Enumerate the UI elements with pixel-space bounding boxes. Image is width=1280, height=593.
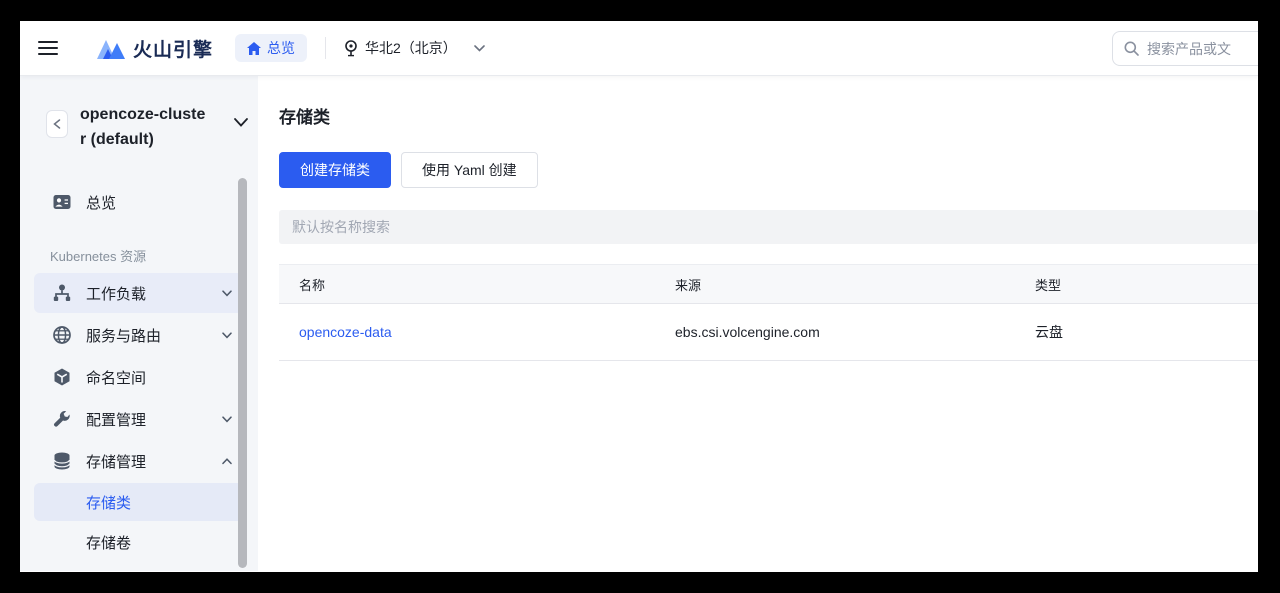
chevron-down-icon [474, 45, 485, 52]
location-pin-icon [344, 40, 358, 57]
volcengine-logo[interactable]: 火山引擎 [96, 35, 213, 62]
volcengine-mountain-icon [96, 36, 126, 60]
action-buttons: 创建存储类 使用 Yaml 创建 [279, 152, 1258, 188]
table-row-cell-source: ebs.csi.volcengine.com [655, 304, 1015, 361]
console-window: 火山引擎 总览 华北2（北京） [20, 21, 1258, 572]
storage-class-table: 名称 来源 类型 opencoze-data ebs.csi.volcengin… [279, 264, 1258, 361]
table-row-cell-name: opencoze-data [279, 304, 655, 361]
header-divider [325, 37, 326, 59]
sidebar-item-label: 工作负载 [86, 283, 146, 304]
column-header-type[interactable]: 类型 [1015, 264, 1258, 304]
sidebar-item-label: 配置管理 [86, 409, 146, 430]
column-header-name[interactable]: 名称 [279, 264, 655, 304]
namespace-icon [52, 367, 72, 387]
overview-badge-label: 总览 [267, 38, 295, 58]
brand-name: 火山引擎 [133, 35, 213, 62]
cluster-name[interactable]: opencoze-cluster (default) [80, 102, 210, 152]
top-header: 火山引擎 总览 华北2（北京） [20, 21, 1258, 76]
global-search-input[interactable] [1147, 41, 1258, 57]
overview-badge[interactable]: 总览 [235, 34, 307, 62]
sidebar-item-label: 服务与路由 [86, 325, 161, 346]
sidebar-item-config[interactable]: 配置管理 [34, 399, 244, 439]
sidebar-subitem-label: 存储卷 [86, 532, 131, 553]
home-icon [247, 42, 261, 55]
sidebar-scrollbar[interactable] [238, 178, 247, 568]
cluster-header: opencoze-cluster (default) [20, 76, 258, 152]
sidebar-item-workloads[interactable]: 工作负载 [34, 273, 244, 313]
sidebar-subitem-label: 存储类 [86, 492, 131, 513]
column-header-source[interactable]: 来源 [655, 264, 1015, 304]
sidebar-item-overview[interactable]: 总览 [34, 182, 244, 222]
workload-icon [52, 283, 72, 303]
cluster-switch-chevron-down-icon[interactable] [234, 118, 248, 127]
create-storage-class-button[interactable]: 创建存储类 [279, 152, 391, 188]
global-search-box[interactable] [1112, 31, 1258, 66]
region-selector[interactable]: 华北2（北京） [344, 38, 485, 58]
hamburger-menu-icon[interactable] [30, 30, 66, 66]
region-label: 华北2（北京） [365, 38, 457, 58]
globe-icon [52, 325, 72, 345]
id-card-icon [52, 192, 72, 212]
page-title: 存储类 [279, 103, 1258, 128]
database-icon [52, 451, 72, 471]
sidebar-subitem-storage-classes[interactable]: 存储类 [34, 483, 244, 521]
wrench-icon [52, 409, 72, 429]
create-with-yaml-button[interactable]: 使用 Yaml 创建 [401, 152, 538, 188]
sidebar-item-label: 存储管理 [86, 451, 146, 472]
storage-class-name-link[interactable]: opencoze-data [299, 324, 392, 340]
chevron-up-icon [222, 458, 232, 465]
table-filter-input[interactable] [279, 219, 1258, 235]
table-filter-bar[interactable] [279, 210, 1258, 244]
sidebar-item-label: 总览 [86, 192, 116, 213]
search-icon [1124, 41, 1139, 56]
sidebar-collapse-button[interactable] [46, 110, 68, 138]
chevron-down-icon [222, 290, 232, 297]
sidebar-section-label: Kubernetes 资源 [50, 246, 258, 265]
sidebar-item-namespaces[interactable]: 命名空间 [34, 357, 244, 397]
sidebar-item-label: 命名空间 [86, 367, 146, 388]
sidebar-item-services-routes[interactable]: 服务与路由 [34, 315, 244, 355]
chevron-down-icon [222, 332, 232, 339]
sidebar-subitem-storage-volumes[interactable]: 存储卷 [34, 523, 244, 561]
cluster-sidebar: opencoze-cluster (default) 总览 Kubernetes… [20, 76, 258, 571]
sidebar-item-storage[interactable]: 存储管理 [34, 441, 244, 481]
table-row-cell-type: 云盘 [1015, 304, 1258, 361]
main-content: 存储类 创建存储类 使用 Yaml 创建 名称 来源 类型 opencoze-d… [258, 76, 1258, 571]
chevron-down-icon [222, 416, 232, 423]
